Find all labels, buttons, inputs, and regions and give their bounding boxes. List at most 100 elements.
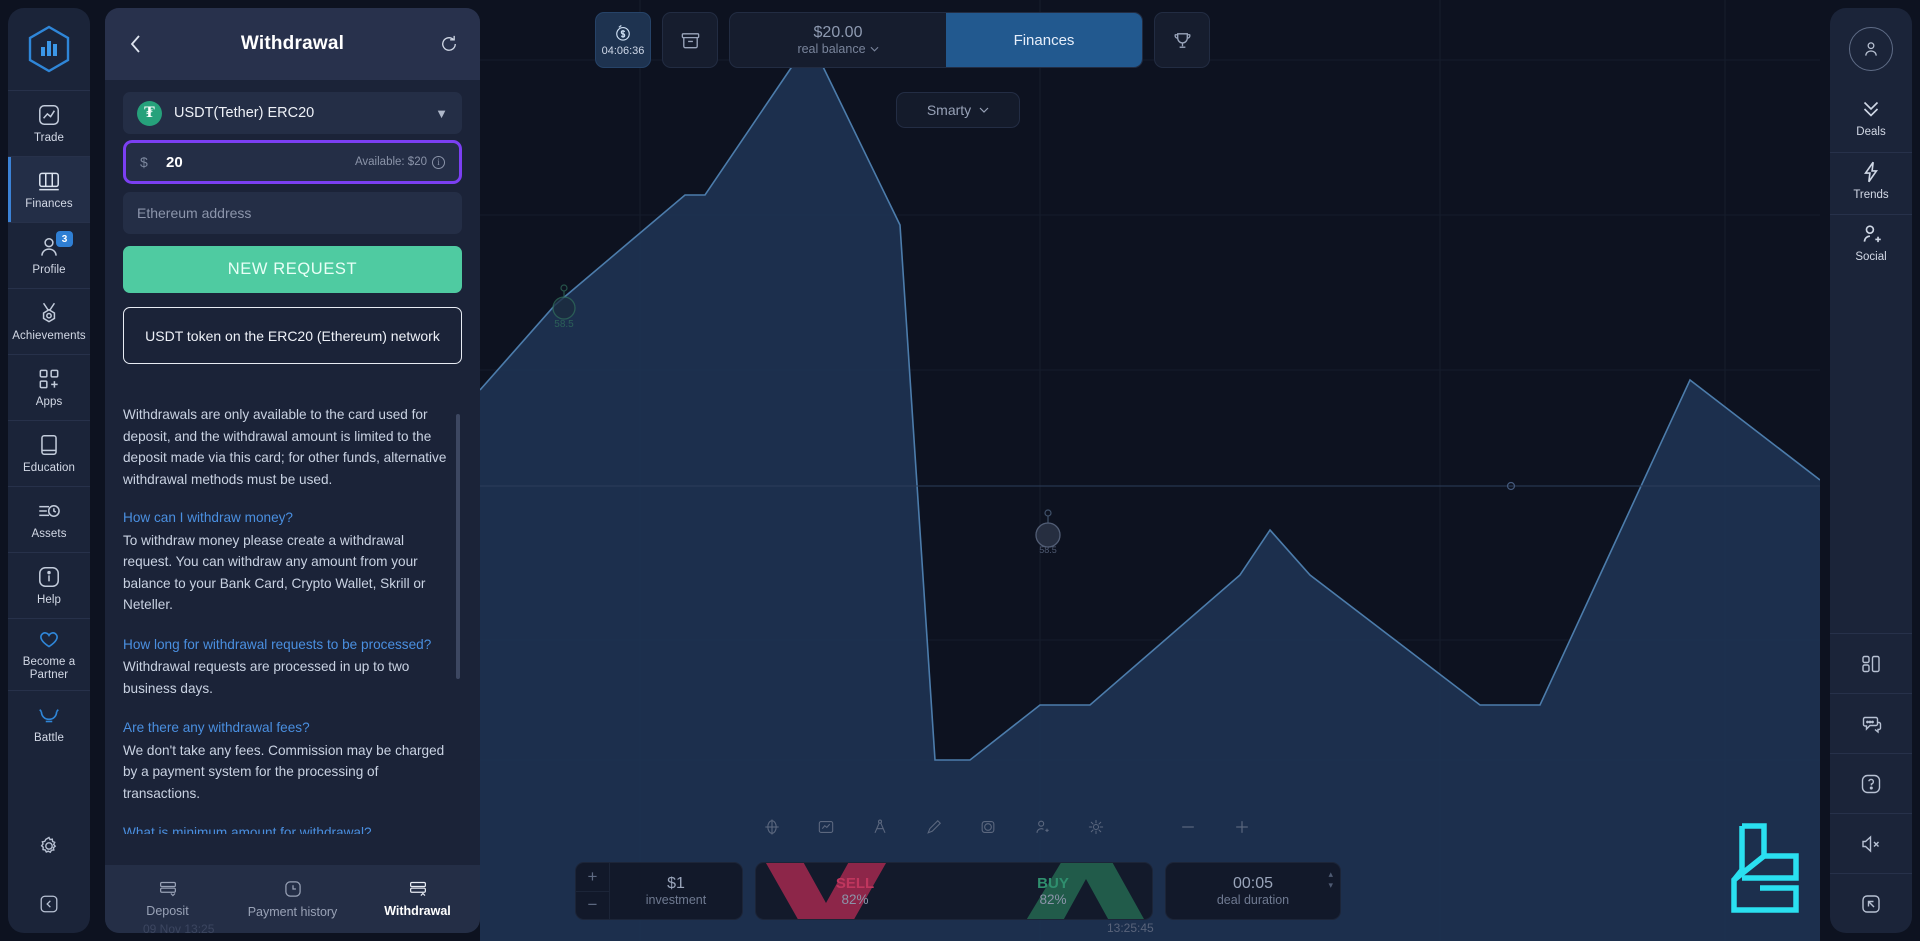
sidebar-item-trends[interactable]: Trends [1830,152,1912,214]
help-button[interactable] [1830,753,1912,813]
sell-button[interactable]: SELL 82% [756,863,954,919]
top-toolbar: 04:06:36 $20.00 real balance Finances [595,12,1210,68]
faq-answer: We don't take any fees. Commission may b… [123,742,445,801]
bonus-timer-button[interactable]: 04:06:36 [595,12,651,68]
withdrawal-method-select[interactable]: ₮ USDT(Tether) ERC20 ▼ [123,92,462,134]
pencil-icon [927,819,942,834]
investment-value-area[interactable]: $1 investment [610,863,742,919]
trophy-icon [1173,32,1191,48]
chevron-down-icon [870,46,879,52]
address-field-wrapper[interactable]: Ethereum address [123,192,462,234]
network-note-button[interactable]: USDT token on the ERC20 (Ethereum) netwo… [123,307,462,364]
user-plus-icon [1863,225,1881,243]
currency-symbol: $ [140,154,148,170]
faq-scroll-region[interactable]: Withdrawals are only available to the ca… [123,404,462,834]
refresh-button[interactable] [436,31,462,57]
available-balance-label: Available: $20 [354,156,427,168]
trade-controls: + − $1 investment SELL 82% BUY 82% 00:05… [575,862,1341,920]
investment-decrease-button[interactable]: − [576,890,610,919]
sidebar-item-finances[interactable]: Finances [8,156,90,222]
asset-name: Smarty [926,102,972,118]
duration-decrease-button[interactable]: ▾ [1328,880,1333,891]
tournaments-button[interactable] [1154,12,1210,68]
address-input[interactable]: Ethereum address [137,205,251,221]
sidebar-item-education[interactable]: Education [8,420,90,486]
layout-button[interactable] [1830,633,1912,693]
book-icon [41,434,57,455]
zoom-in-button[interactable] [1230,815,1254,839]
chevron-down-icon [979,107,989,113]
sidebar-item-assets[interactable]: Assets [8,486,90,552]
sidebar-item-help[interactable]: Help [8,552,90,618]
fullscreen-button[interactable] [1830,873,1912,933]
chart-type-icon [818,821,834,833]
sidebar-item-battle[interactable]: Battle [8,690,90,756]
archive-icon [681,32,699,48]
amount-input[interactable]: 20 [166,154,355,171]
draw-button[interactable] [922,815,946,839]
avatar-icon [1865,42,1877,56]
crosshair-button[interactable] [760,815,784,839]
compass-icon [874,819,886,834]
zoom-out-button[interactable] [1176,815,1200,839]
balance-label: real balance [797,42,879,56]
info-icon[interactable]: i [432,155,445,169]
social-trades-button[interactable] [1030,815,1054,839]
buy-label: BUY [1037,875,1069,892]
panel-body: ₮ USDT(Tether) ERC20 ▼ $ 20 Available: $… [105,80,480,865]
sound-toggle-button[interactable] [1830,813,1912,873]
settings-button[interactable] [8,817,90,875]
faq-question[interactable]: What is minimum amount for withdrawal? [123,822,456,834]
asset-selector[interactable]: Smarty [896,92,1020,128]
faq-question[interactable]: Are there any withdrawal fees? [123,717,456,739]
avatar[interactable] [1830,8,1912,90]
right-sidebar: Deals Trends Social [1830,8,1912,933]
medal-icon [42,302,56,323]
sidebar-item-label: Profile [32,263,66,276]
sidebar-item-become-a-partner[interactable]: Become a Partner [8,618,90,690]
tab-deposit[interactable]: Deposit [105,880,230,918]
shapes-button[interactable] [976,815,1000,839]
tab-payment-history[interactable]: Payment history [230,879,355,919]
sidebar-item-label: Education [22,461,76,474]
sidebar-item-label: Become a Partner [22,656,76,681]
watermark-icon [1731,823,1799,913]
buy-button[interactable]: BUY 82% [954,863,1152,919]
compass-button[interactable] [868,815,892,839]
back-button[interactable] [123,31,149,57]
sidebar-item-profile[interactable]: 3 Profile [8,222,90,288]
zoom-out-icon [1182,826,1194,828]
sidebar-item-label: Trends [1853,189,1889,201]
withdrawal-panel: Withdrawal ₮ USDT(Tether) ERC20 ▼ $ 20 A… [105,8,480,933]
inbox-button[interactable] [662,12,718,68]
chart-settings-button[interactable] [1084,815,1108,839]
faq-question[interactable]: How can I withdraw money? [123,507,456,529]
chat-button[interactable] [1830,693,1912,753]
sidebar-item-apps[interactable]: Apps [8,354,90,420]
sell-label: SELL [835,875,875,892]
balance-selector[interactable]: $20.00 real balance [730,13,946,67]
new-request-button[interactable]: NEW REQUEST [123,246,462,293]
chart-area[interactable]: 58.5 58.5 [480,0,1820,941]
duration-increase-button[interactable]: ▴ [1328,869,1333,880]
sidebar-item-social[interactable]: Social [1830,214,1912,276]
faq-answer: Withdrawal requests are processed in up … [123,659,410,696]
sidebar-item-deals[interactable]: Deals [1830,90,1912,152]
sidebar-item-trade[interactable]: Trade [8,90,90,156]
platform-logo[interactable] [8,8,90,90]
deal-duration-value: 00:05 [1232,875,1274,892]
chart-type-button[interactable] [814,815,838,839]
investment-increase-button[interactable]: + [576,863,610,891]
sidebar-item-label: Battle [33,731,64,744]
deal-duration-control[interactable]: 00:05 deal duration ▴ ▾ [1165,862,1341,920]
collapse-sidebar-button[interactable] [8,875,90,933]
sidebar-item-label: Help [36,593,62,606]
app-root: Trade Finances 3 Profile Achievements Ap… [0,0,1920,941]
sidebar-item-achievements[interactable]: Achievements [8,288,90,354]
amount-field-wrapper[interactable]: $ 20 Available: $20 i [123,140,462,184]
tab-withdrawal[interactable]: Withdrawal [355,880,480,918]
faq-scrollbar[interactable] [456,414,460,679]
finances-button[interactable]: Finances [946,13,1142,67]
faq-question[interactable]: How long for withdrawal requests to be p… [123,634,456,656]
